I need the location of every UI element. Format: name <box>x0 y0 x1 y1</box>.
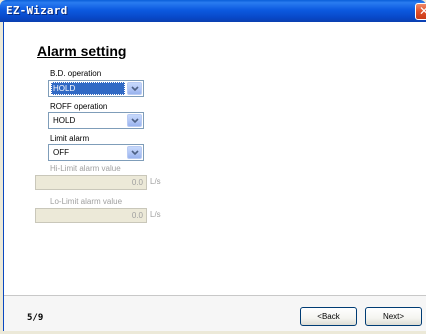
chevron-down-icon <box>131 118 139 124</box>
roff-operation-value: HOLD <box>53 116 76 125</box>
chevron-down-icon <box>131 86 139 92</box>
bd-operation-value: HOLD <box>51 82 125 95</box>
wizard-window: EZ-Wizard ✕ Alarm setting B.D. operation… <box>0 0 426 334</box>
limit-alarm-label: Limit alarm <box>50 134 90 143</box>
bd-operation-select[interactable]: HOLD <box>48 80 144 97</box>
window-title: EZ-Wizard <box>6 4 68 17</box>
dropdown-arrow-button[interactable] <box>127 114 142 127</box>
page-title: Alarm setting <box>37 43 127 59</box>
lo-limit-input[interactable]: 0.0 <box>35 208 147 223</box>
hi-limit-label: Hi-Limit alarm value <box>50 164 121 173</box>
roff-operation-label: ROFF operation <box>50 102 108 111</box>
limit-alarm-value: OFF <box>53 148 69 157</box>
close-icon: ✕ <box>418 4 426 18</box>
page-indicator: 5/9 <box>27 313 44 323</box>
dropdown-arrow-button[interactable] <box>127 82 142 95</box>
roff-operation-select[interactable]: HOLD <box>48 112 144 129</box>
back-button[interactable]: <Back <box>300 307 357 326</box>
footer-bar <box>4 296 426 331</box>
hi-limit-input[interactable]: 0.0 <box>35 175 147 190</box>
lo-limit-unit: L/s <box>150 210 161 219</box>
close-button[interactable]: ✕ <box>415 3 426 20</box>
hi-limit-unit: L/s <box>150 177 161 186</box>
limit-alarm-select[interactable]: OFF <box>48 144 144 161</box>
lo-limit-label: Lo-Limit alarm value <box>50 197 123 206</box>
next-button[interactable]: Next> <box>365 307 422 326</box>
bd-operation-label: B.D. operation <box>50 69 102 78</box>
wizard-content: Alarm setting B.D. operation HOLD ROFF o… <box>3 22 426 331</box>
chevron-down-icon <box>131 150 139 156</box>
title-bar[interactable]: EZ-Wizard ✕ <box>0 0 426 22</box>
dropdown-arrow-button[interactable] <box>127 146 142 159</box>
